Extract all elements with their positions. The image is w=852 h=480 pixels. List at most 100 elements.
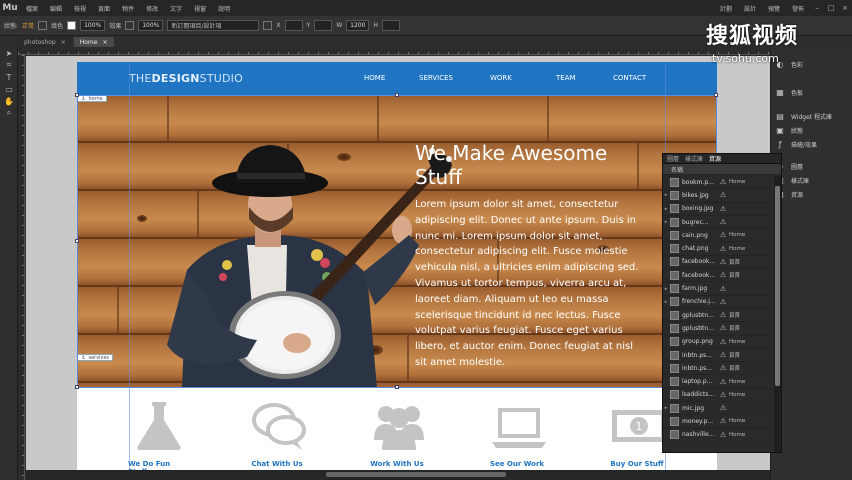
muse-window: Mu 檔案 編輯 檢視 頁面 物件 修改 文字 視窗 說明 計劃 設計 預覽 發…	[0, 0, 852, 480]
text-tool-icon[interactable]: T	[0, 71, 18, 83]
asset-row[interactable]: inbtn.ps... ⚠ 頁首	[663, 349, 775, 363]
design-canvas[interactable]: THEDESIGNSTUDIO HOME SERVICES WORK TEAM …	[26, 56, 770, 480]
mode-design[interactable]: 設計	[738, 4, 762, 13]
asset-row[interactable]: group.png ⚠ Home	[663, 336, 775, 349]
tab-layers[interactable]: 圖層	[667, 154, 679, 163]
mode-preview[interactable]: 預覽	[762, 4, 786, 13]
tab-close-icon[interactable]: ×	[102, 39, 107, 46]
menu-text[interactable]: 文字	[164, 4, 188, 13]
asset-row[interactable]: cain.png ⚠ Home	[663, 229, 775, 243]
web-page[interactable]: THEDESIGNSTUDIO HOME SERVICES WORK TEAM …	[77, 62, 717, 480]
asset-row[interactable]: ▸ frenchie.j... ⚠	[663, 296, 775, 309]
zoom-tool-icon[interactable]: ⌕	[0, 107, 18, 119]
warning-icon: ⚠	[719, 284, 727, 293]
tab-photoshop[interactable]: photoshop ×	[18, 37, 72, 47]
asset-row[interactable]: chat.png ⚠ Home	[663, 242, 775, 256]
style-select[interactable]: 新訂閱項目/設計項	[167, 20, 260, 31]
assets-panel[interactable]: 圖層 樣式庫 資源 名稱 bookm.p... ⚠ Home ▸ bikes.jpg ⚠…	[662, 153, 782, 453]
asset-thumbnail	[670, 377, 679, 387]
stroke-swatch-icon[interactable]	[38, 21, 48, 30]
hero-headline[interactable]: We Make Awesome Stuff	[415, 141, 655, 189]
menu-window[interactable]: 視窗	[188, 4, 212, 13]
panel-label: 描繪/效果	[791, 141, 818, 149]
anchor-icon[interactable]	[263, 21, 273, 30]
column-name[interactable]: 名稱	[671, 165, 683, 174]
asset-thumbnail	[670, 204, 679, 214]
menu-file[interactable]: 檔案	[20, 4, 44, 13]
effect-icon[interactable]	[125, 21, 135, 30]
panel-widgets[interactable]: ▤ Widget 程式庫	[775, 109, 832, 123]
hero-body-text[interactable]: Lorem ipsum dolor sit amet, consectetur …	[415, 197, 647, 371]
asset-row[interactable]: lsaddicts... ⚠ Home	[663, 389, 775, 403]
feature-see-work[interactable]: See Our Work	[467, 388, 567, 480]
menu-help[interactable]: 說明	[212, 4, 236, 13]
asset-row[interactable]: inbtn.ps... ⚠ 頁首	[663, 362, 775, 376]
state-value[interactable]: 正常	[22, 21, 34, 30]
close-icon[interactable]: ×	[838, 4, 852, 12]
w-field[interactable]: 1200	[346, 20, 370, 31]
asset-row[interactable]: facebook... ⚠ 頁首	[663, 269, 775, 283]
fill-swatch-icon[interactable]	[67, 21, 77, 30]
menu-page[interactable]: 頁面	[92, 4, 116, 13]
asset-row[interactable]: bookm.p... ⚠ Home	[663, 176, 775, 190]
menu-edit[interactable]: 編輯	[44, 4, 68, 13]
horizontal-scrollbar[interactable]	[26, 470, 770, 480]
scroll-thumb[interactable]	[775, 186, 780, 386]
mode-plan[interactable]: 計劃	[714, 4, 738, 13]
h-field[interactable]	[381, 20, 400, 31]
panel-states[interactable]: ▣ 狀態	[775, 123, 803, 137]
nav-team[interactable]: TEAM	[556, 74, 576, 82]
vertical-ruler[interactable]	[18, 55, 25, 480]
feature-chat[interactable]: Chat With Us	[227, 388, 327, 480]
x-field[interactable]	[284, 20, 303, 31]
asset-row[interactable]: ▸ mic.jpg ⚠	[663, 402, 775, 416]
opacity-field[interactable]: 100%	[138, 20, 164, 31]
nav-contact[interactable]: CONTACT	[613, 74, 646, 82]
menu-object[interactable]: 物件	[116, 4, 140, 13]
asset-row[interactable]: ▸ bugrec... ⚠	[663, 216, 775, 230]
tab-styles[interactable]: 樣式庫	[685, 154, 703, 163]
menu-view[interactable]: 檢視	[68, 4, 92, 13]
asset-row[interactable]: gplusbtn... ⚠ 頁首	[663, 309, 775, 323]
rectangle-tool-icon[interactable]: ▭	[0, 83, 18, 95]
nav-services[interactable]: SERVICES	[419, 74, 453, 82]
maximize-icon[interactable]: □	[824, 4, 838, 12]
tab-home[interactable]: Home ×	[73, 37, 114, 47]
tab-assets[interactable]: 資源	[709, 154, 721, 163]
horizontal-ruler[interactable]	[18, 47, 770, 55]
feature-work[interactable]: Work With Us	[347, 388, 447, 480]
assets-scrollbar[interactable]	[774, 176, 781, 452]
y-field[interactable]	[314, 20, 333, 31]
hero-section[interactable]: We Make Awesome Stuff Lorem ipsum dolor …	[77, 95, 717, 388]
asset-row[interactable]: ▸ bikes.jpg ⚠	[663, 189, 775, 203]
asset-row[interactable]: ▸ farm.jpg ⚠	[663, 282, 775, 296]
zoom-field[interactable]: 100%	[80, 20, 106, 31]
panel-effects[interactable]: ƒ 描繪/效果	[775, 137, 817, 151]
menu-modify[interactable]: 修改	[140, 4, 164, 13]
tab-close-icon[interactable]: ×	[61, 39, 66, 46]
asset-row[interactable]: nashville... ⚠ Home	[663, 429, 775, 442]
minimize-icon[interactable]: –	[810, 4, 824, 12]
asset-row[interactable]: gplusbtn... ⚠ 頁首	[663, 322, 775, 336]
site-navbar[interactable]: THEDESIGNSTUDIO HOME SERVICES WORK TEAM …	[77, 62, 717, 95]
hand-tool-icon[interactable]: ✋	[0, 95, 18, 107]
panel-color[interactable]: ◐ 色彩	[775, 57, 804, 71]
scroll-thumb[interactable]	[326, 472, 506, 477]
mode-publish[interactable]: 發佈	[786, 4, 810, 13]
anchor-home-tag[interactable]: ⚓ home	[77, 95, 107, 102]
h-label: H	[373, 22, 378, 29]
panel-swatches[interactable]: ▦ 色板	[775, 85, 803, 99]
asset-row[interactable]: facebook... ⚠ 頁首	[663, 256, 775, 270]
asset-row[interactable]: ▸ boxing.jpg ⚠	[663, 203, 775, 216]
selection-tool-icon[interactable]: ➤	[0, 47, 18, 59]
crop-tool-icon[interactable]: ⌗	[0, 59, 18, 71]
panel-label: 狀態	[791, 127, 804, 135]
feature-fun[interactable]: We Do Fun Stuff	[107, 388, 207, 480]
anchor-services-tag[interactable]: ⚓ services	[77, 354, 113, 361]
assets-column-header[interactable]: 名稱	[663, 164, 781, 175]
asset-row[interactable]: money.p... ⚠ Home	[663, 415, 775, 429]
site-brand[interactable]: THEDESIGNSTUDIO	[129, 72, 243, 85]
nav-work[interactable]: WORK	[490, 74, 512, 82]
nav-home[interactable]: HOME	[364, 74, 385, 82]
asset-row[interactable]: laptop.p... ⚠ Home	[663, 375, 775, 389]
